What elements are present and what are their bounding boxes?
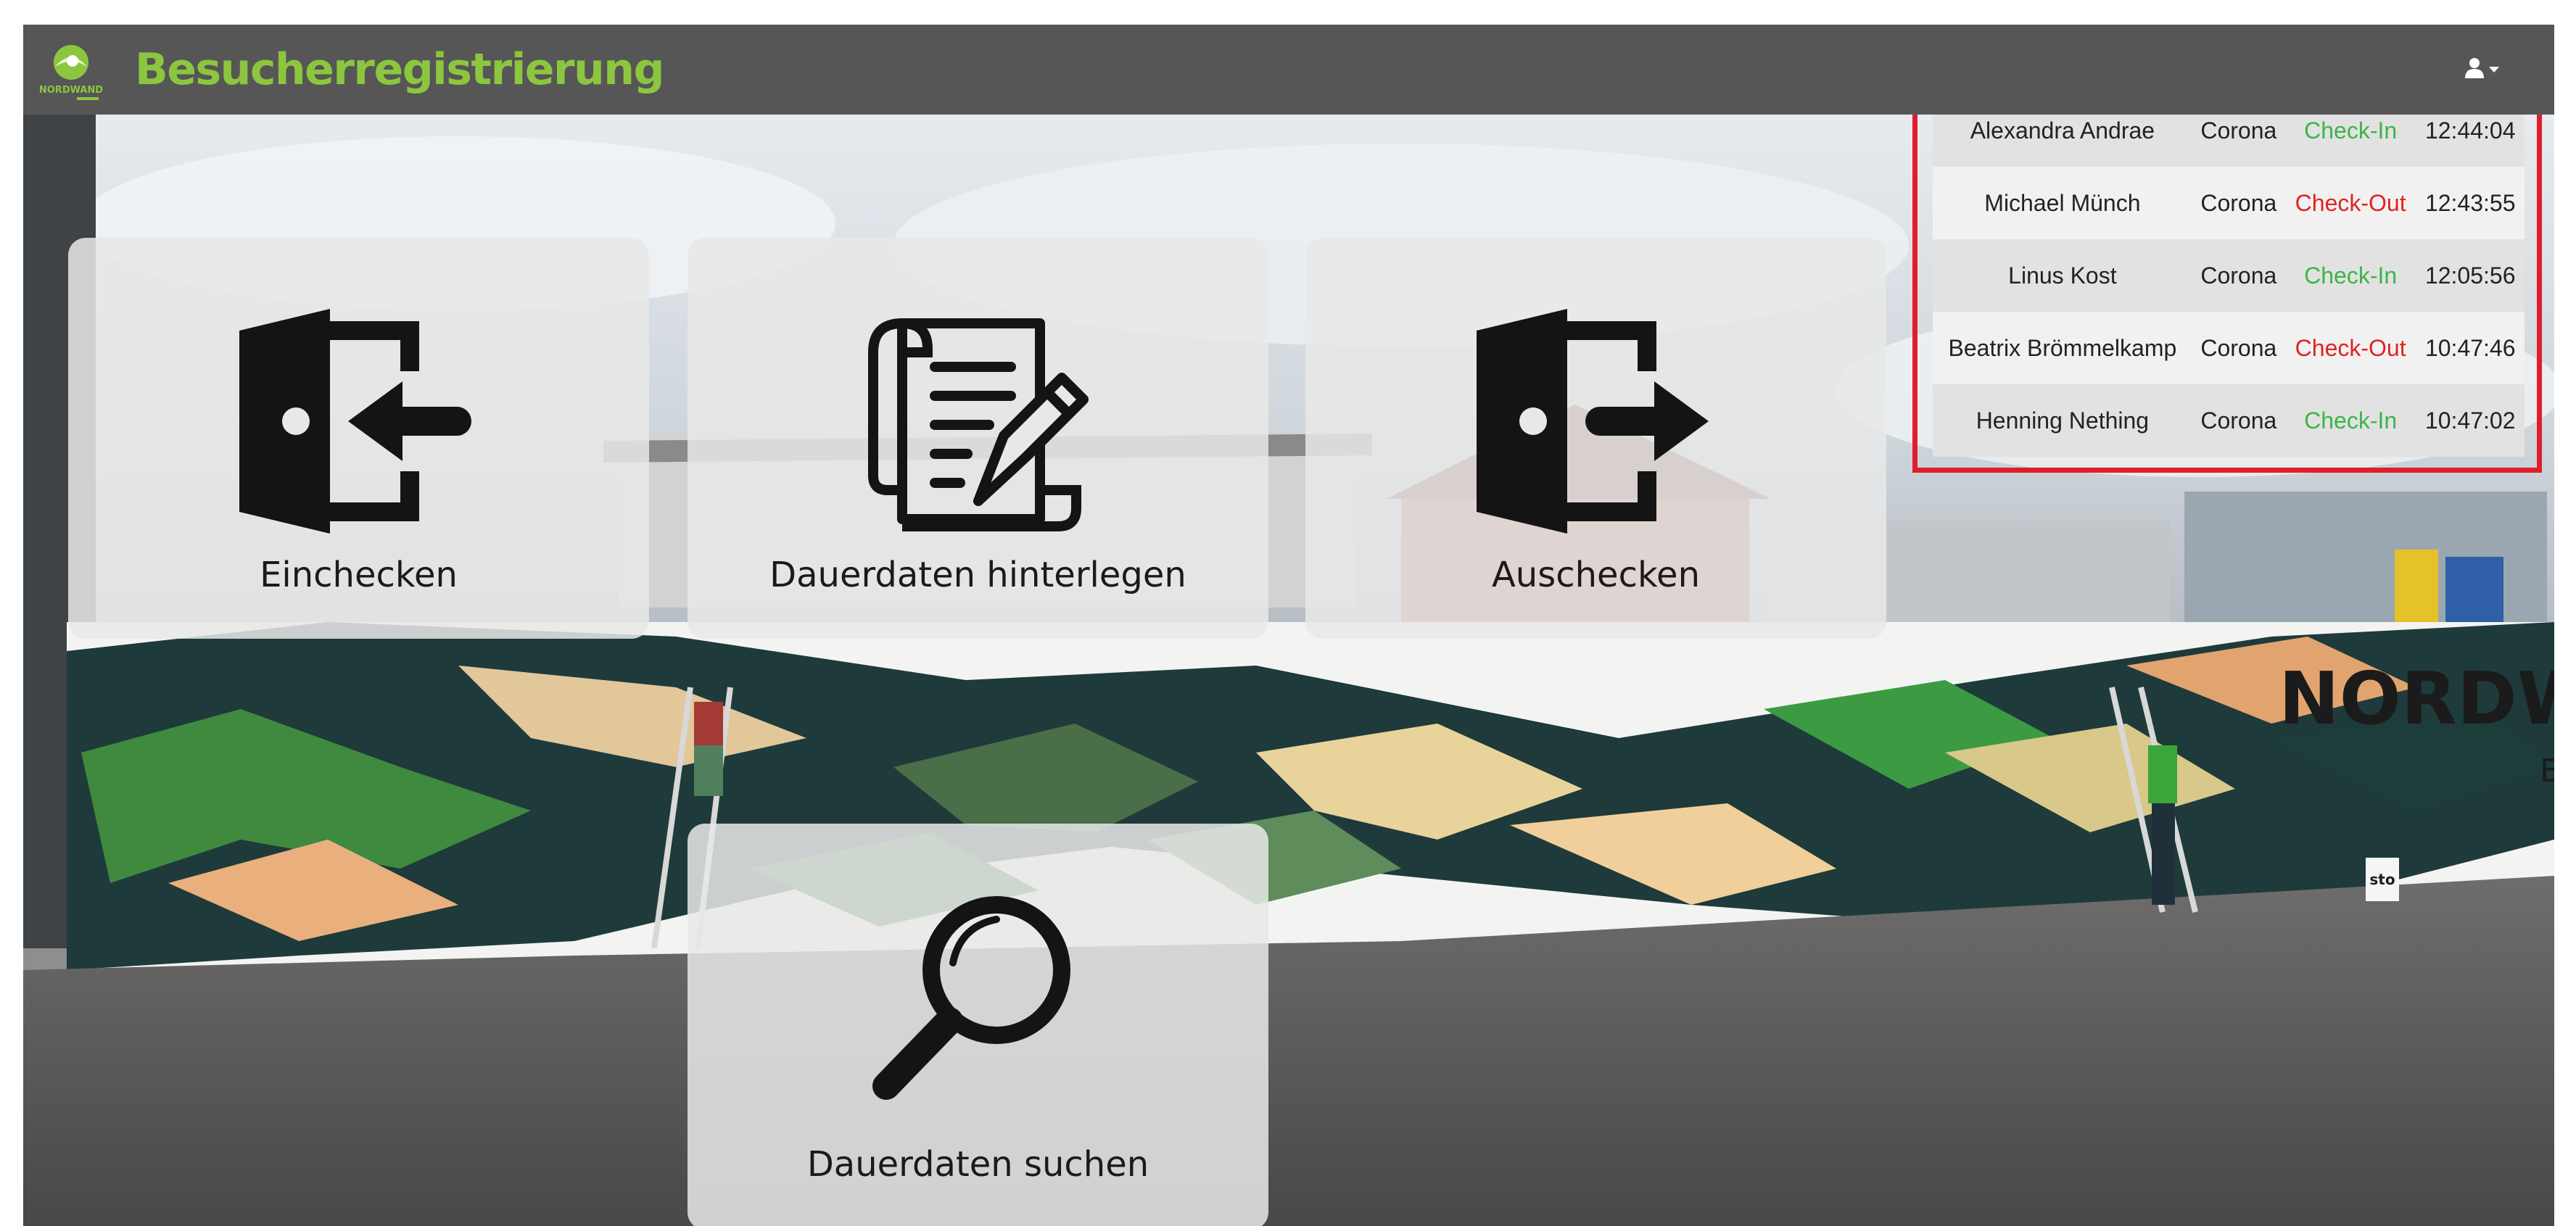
user-icon: [2465, 58, 2484, 78]
app-window: NORDWAND Besucherregistrierung NORD E st…: [23, 25, 2554, 1226]
checkout-tile[interactable]: Auschecken: [1305, 238, 1886, 639]
visitor-status: Check-Out: [2284, 312, 2416, 384]
visitor-status: Check-Out: [2284, 167, 2416, 239]
visitor-name: Henning Nething: [1933, 384, 2192, 457]
visitor-time: 12:43:55: [2416, 167, 2525, 239]
door-enter-icon: [239, 309, 471, 534]
bucket-label: sto: [2369, 871, 2395, 888]
store-permanent-data-label: Dauerdaten hinterlegen: [769, 555, 1186, 595]
visitor-purpose: Corona: [2192, 167, 2285, 239]
visitor-time: 10:47:46: [2416, 312, 2525, 384]
wall-sign-text: NORDWA: [2279, 656, 2554, 741]
caret-down-icon: [2489, 67, 2499, 73]
visitor-purpose: Corona: [2192, 312, 2285, 384]
visitor-purpose: Corona: [2192, 384, 2285, 457]
visitor-name: Beatrix Brömmelkamp: [1933, 312, 2192, 384]
app-title[interactable]: Besucherregistrierung: [135, 41, 664, 99]
document-edit-icon: [867, 318, 1089, 531]
table-row[interactable]: Linus Kost Corona Check-In 12:05:56: [1933, 239, 2525, 312]
recent-visitors-table: Alexandra Andrae Corona Check-In 12:44:0…: [1933, 94, 2525, 457]
visitor-status: Check-In: [2284, 239, 2416, 312]
store-permanent-data-tile[interactable]: Dauerdaten hinterlegen: [688, 238, 1268, 639]
visitor-time: 10:47:02: [2416, 384, 2525, 457]
user-menu-button[interactable]: [2461, 54, 2503, 86]
checkin-tile[interactable]: Einchecken: [68, 238, 649, 639]
checkout-label: Auschecken: [1491, 555, 1701, 595]
visitor-status: Check-In: [2284, 384, 2416, 457]
checkin-label: Einchecken: [260, 555, 458, 595]
visitor-name: Linus Kost: [1933, 239, 2192, 312]
top-navbar: NORDWAND Besucherregistrierung: [23, 25, 2554, 115]
table-row[interactable]: Henning Nething Corona Check-In 10:47:02: [1933, 384, 2525, 457]
search-permanent-data-tile[interactable]: Dauerdaten suchen: [688, 824, 1268, 1226]
visitor-purpose: Corona: [2192, 239, 2285, 312]
logo-text: NORDWAND: [39, 85, 103, 96]
magnifier-icon: [872, 896, 1070, 1100]
table-row[interactable]: Beatrix Brömmelkamp Corona Check-Out 10:…: [1933, 312, 2525, 384]
visitor-time: 12:05:56: [2416, 239, 2525, 312]
door-exit-icon: [1476, 309, 1709, 534]
search-permanent-data-label: Dauerdaten suchen: [806, 1144, 1149, 1185]
table-row[interactable]: Michael Münch Corona Check-Out 12:43:55: [1933, 167, 2525, 239]
visitor-name: Michael Münch: [1933, 167, 2192, 239]
wall-sign-subtext: E: [2540, 753, 2554, 790]
nordwand-logo[interactable]: NORDWAND: [33, 41, 109, 107]
